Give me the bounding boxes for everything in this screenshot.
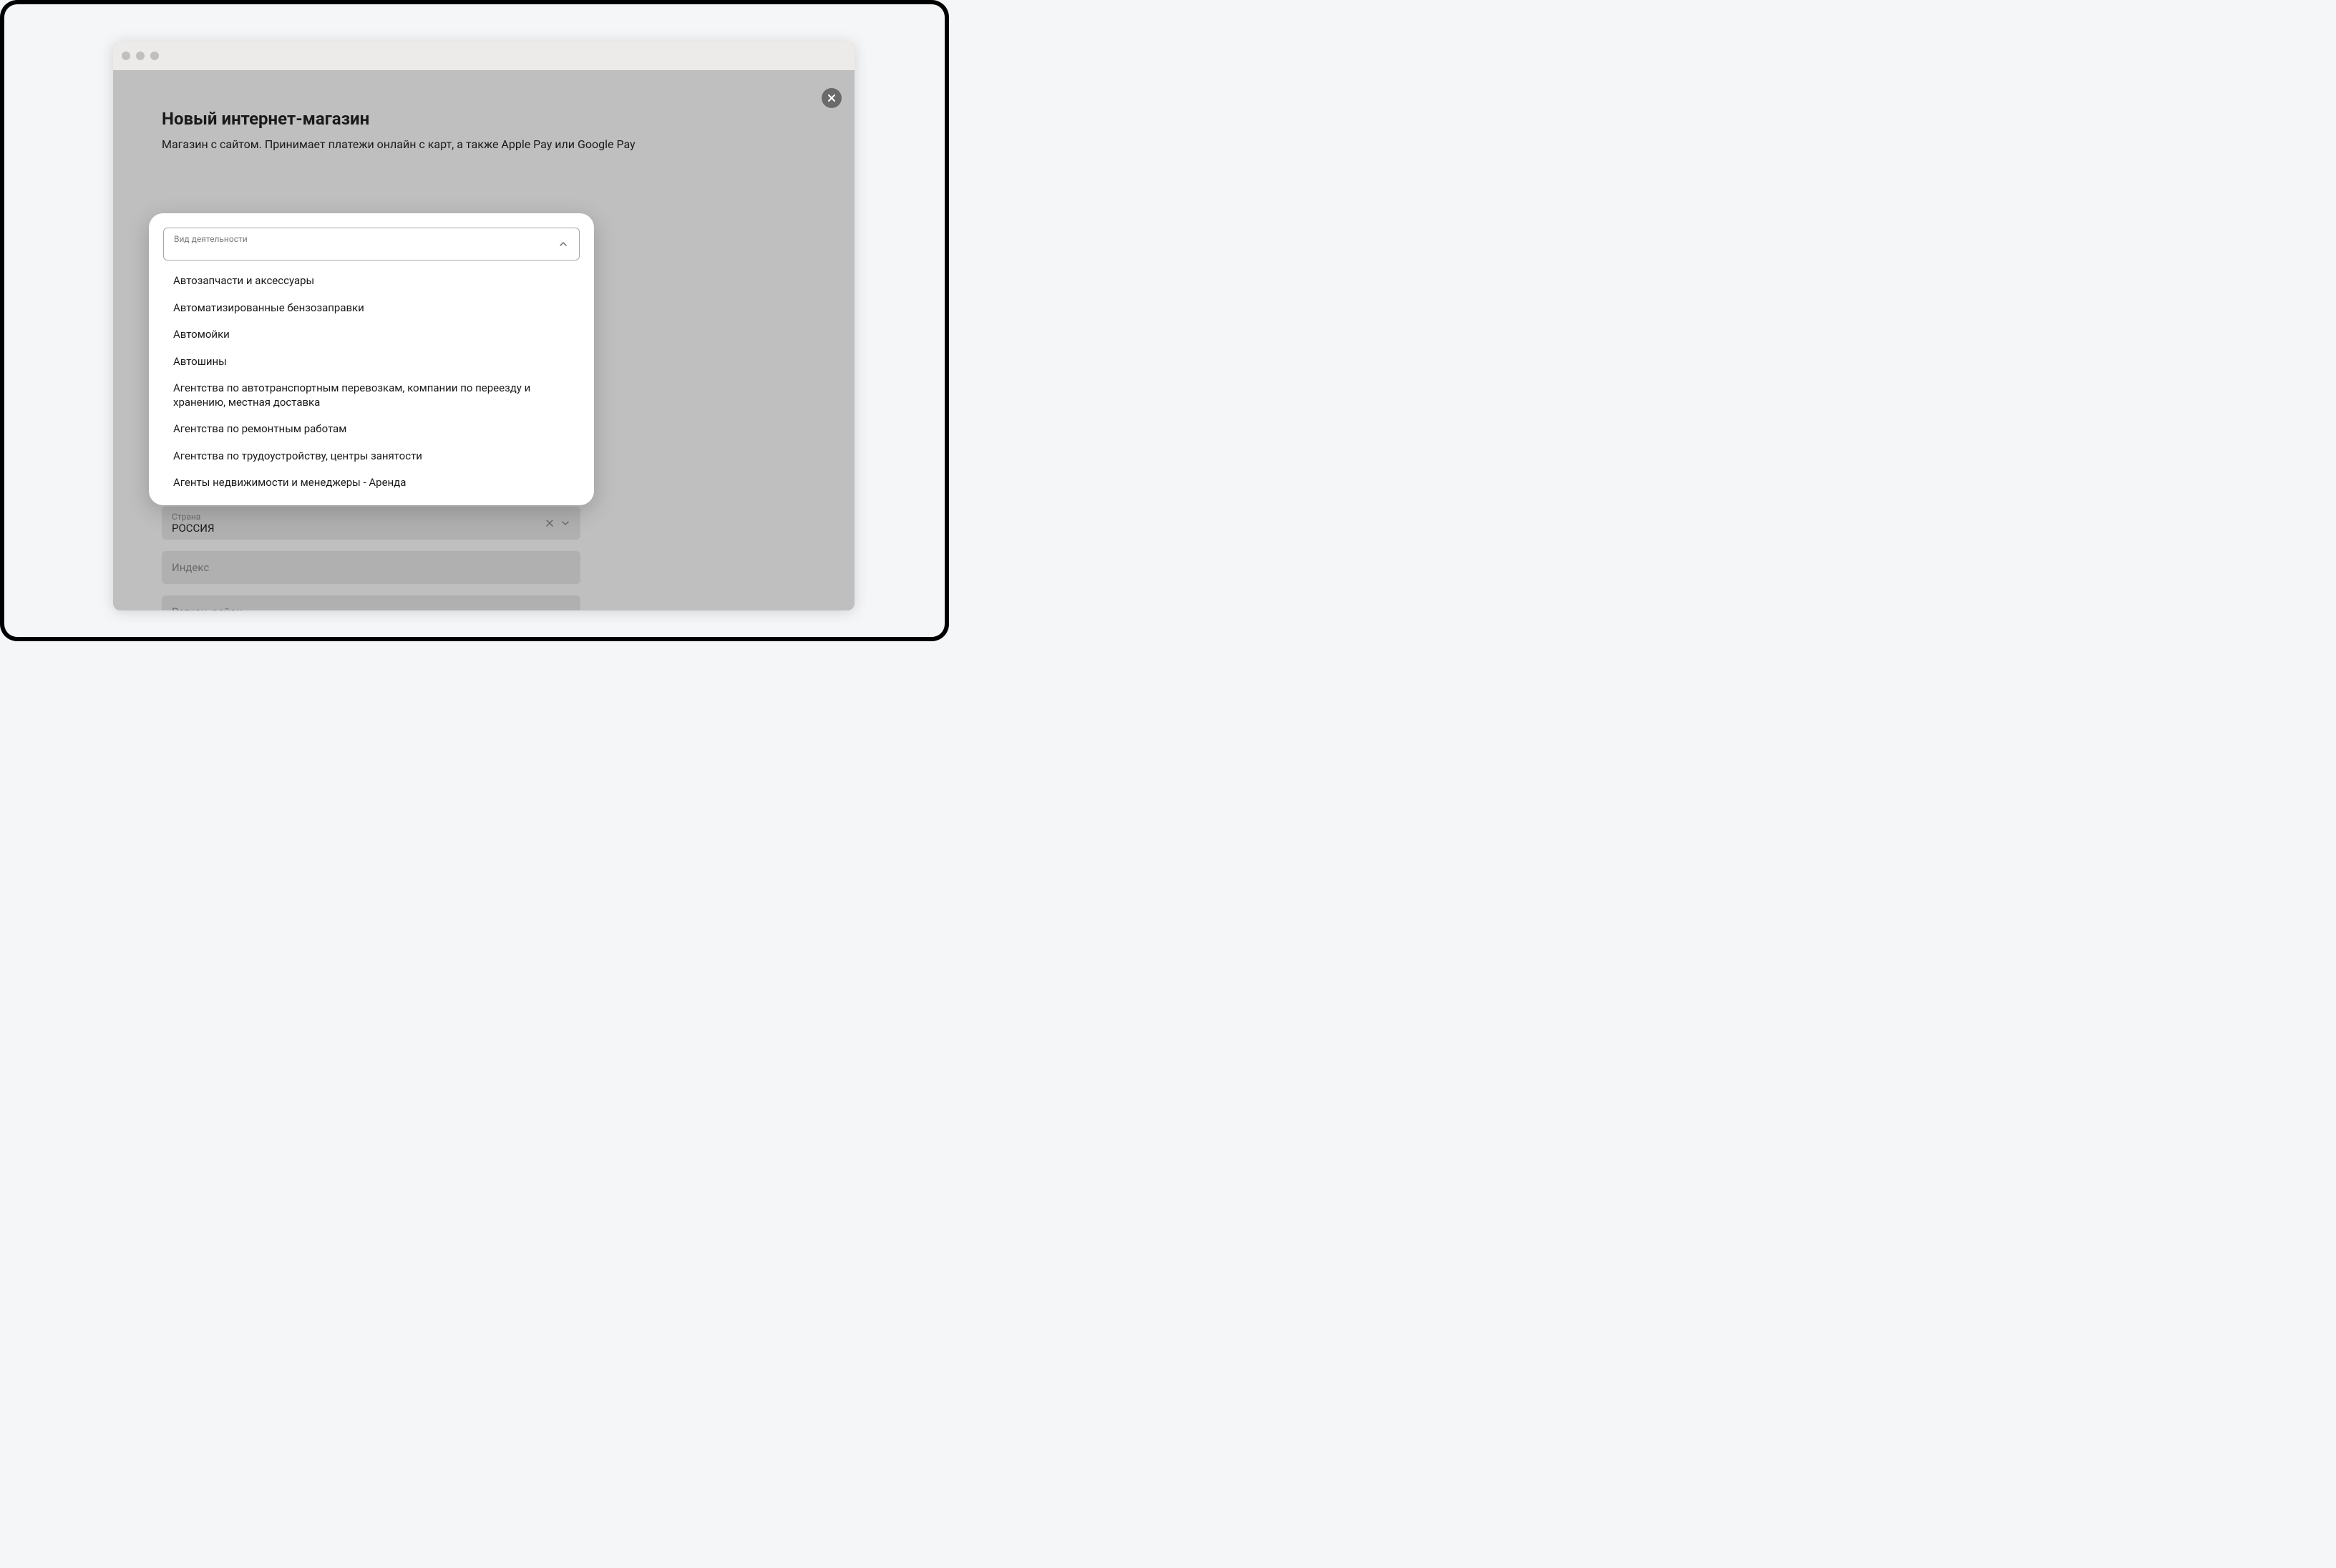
window-chrome [113,42,855,70]
browser-window: Новый интернет-магазин Магазин с сайтом.… [113,42,855,610]
outer-frame: Новый интернет-магазин Магазин с сайтом.… [0,0,949,641]
dropdown-option[interactable]: Автомойки [163,321,580,349]
region-input[interactable]: Регион, район [162,595,580,610]
page-title: Новый интернет-магазин [162,70,806,129]
region-placeholder: Регион, район [172,605,243,610]
postal-placeholder: Индекс [172,561,209,574]
activity-label: Вид деятельности [174,234,248,244]
traffic-light-close[interactable] [122,52,130,60]
traffic-light-minimize[interactable] [136,52,145,60]
dropdown-option[interactable]: Автошины [163,349,580,376]
country-label: Страна [172,512,200,522]
close-button[interactable] [822,88,842,108]
country-select[interactable]: Страна РОССИЯ [162,507,580,540]
dropdown-option[interactable]: Агенты недвижимости и менеджеры - Аренда [163,469,580,492]
dropdown-option[interactable]: Агентства по автотранспортным перевозкам… [163,375,580,416]
dropdown-option[interactable]: Автозапчасти и аксессуары [163,268,580,295]
page-subtitle: Магазин с сайтом. Принимает платежи онла… [162,137,806,151]
clear-icon[interactable] [545,518,555,528]
activity-dropdown-panel: Вид деятельности Автозапчасти и аксессуа… [149,213,594,505]
dropdown-option[interactable]: Агентства по ремонтным работам [163,416,580,443]
country-value: РОССИЯ [172,522,215,535]
traffic-light-maximize[interactable] [150,52,159,60]
chevron-down-icon[interactable] [560,518,570,528]
window-content: Новый интернет-магазин Магазин с сайтом.… [113,70,855,610]
dropdown-option[interactable]: Автоматизированные бензозаправки [163,295,580,322]
inner-frame: Новый интернет-магазин Магазин с сайтом.… [4,4,945,637]
close-icon [827,94,836,102]
activity-dropdown-field[interactable]: Вид деятельности [163,228,580,260]
dropdown-option[interactable]: Агентства по трудоустройству, центры зан… [163,443,580,470]
activity-dropdown-list[interactable]: Автозапчасти и аксессуары Автоматизирова… [163,268,580,492]
postal-input[interactable]: Индекс [162,551,580,584]
chevron-up-icon [558,238,569,250]
